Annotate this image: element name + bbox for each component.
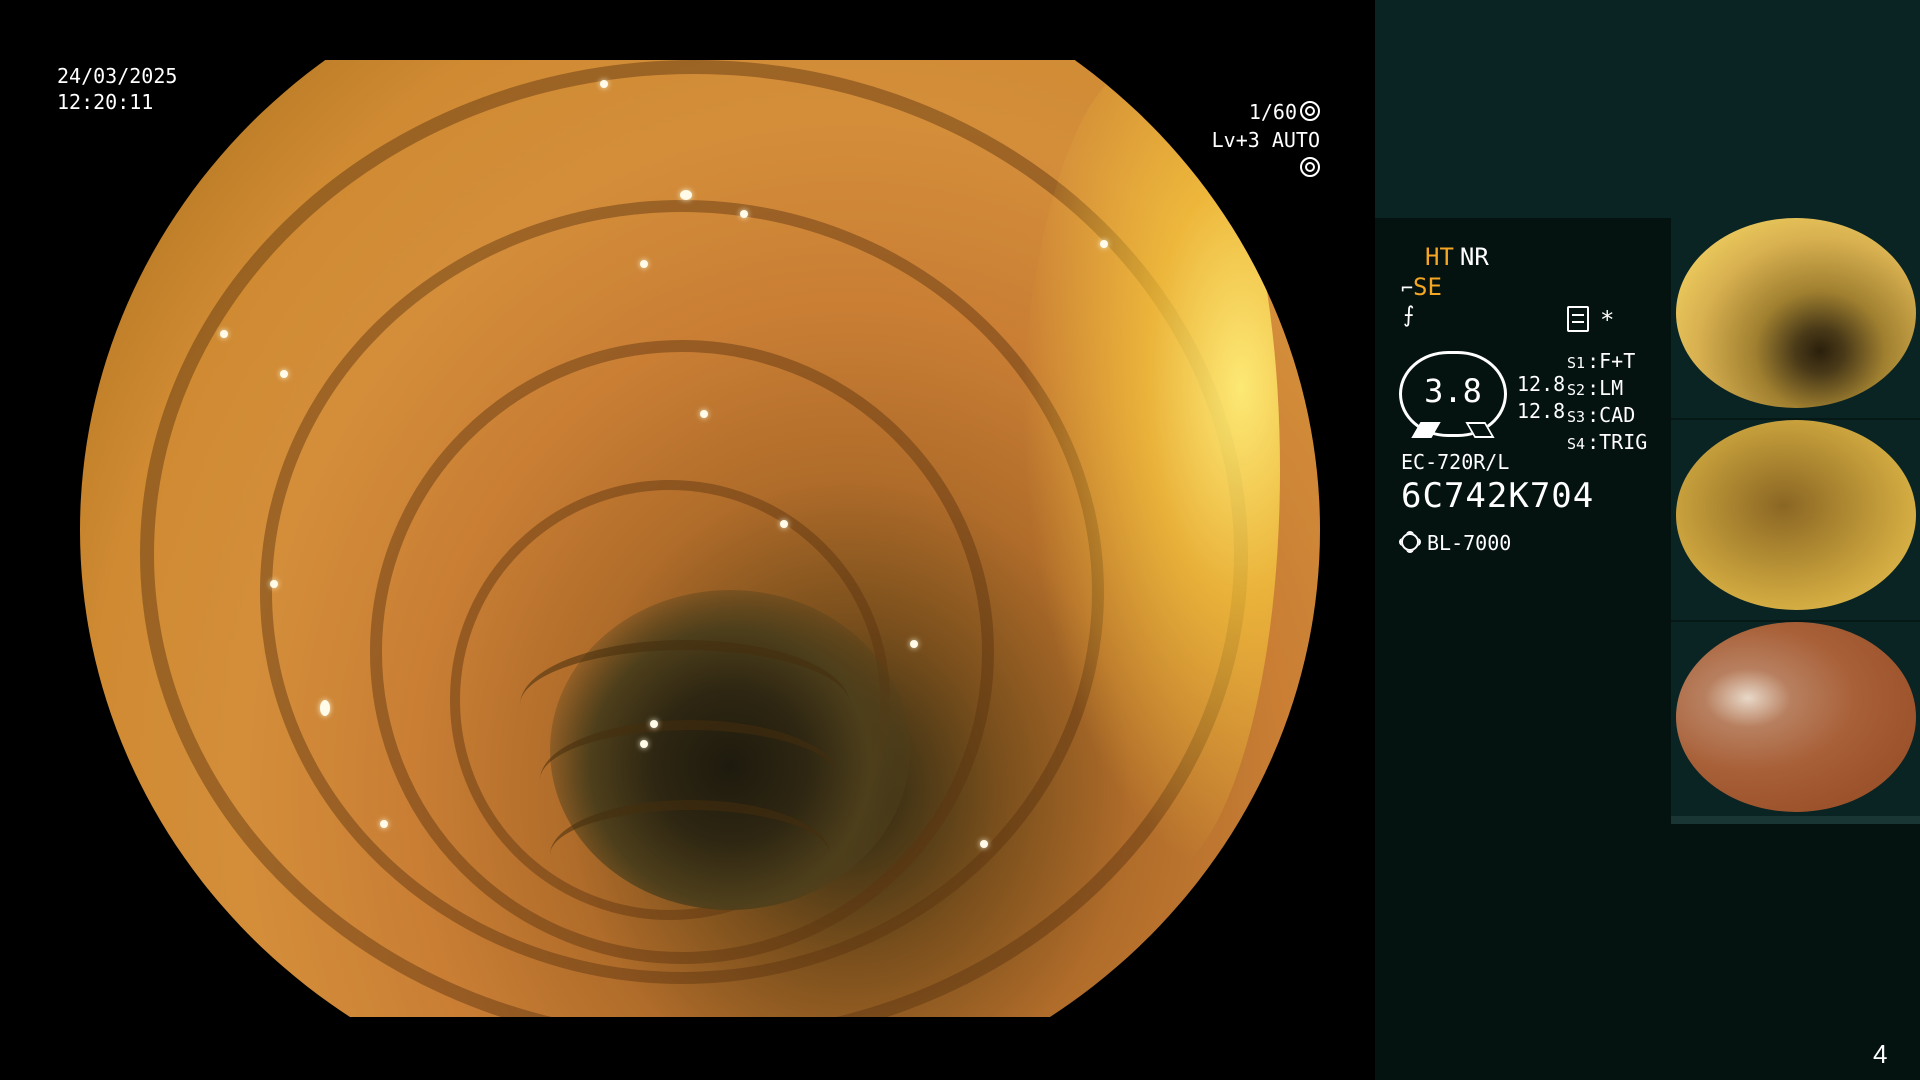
nr-label: NR [1459, 243, 1489, 271]
ht-label: HT [1425, 243, 1454, 271]
info-panel-header [1375, 0, 1920, 218]
scope-serial: 6C742K704 [1401, 476, 1595, 516]
value-1: 12.8 [1517, 372, 1566, 396]
star-indicator: * [1600, 306, 1615, 334]
exposure-level: Lv+3 AUTO [1211, 128, 1320, 152]
info-panel: HT NR ⌐SE ⨍ * 3.8 12.8 12.8 S1:F+T S2:LM … [1375, 0, 1920, 1080]
endoscopy-screen: 24/03/2025 12:20:11 1/60 Lv+3 AUTO HT NR … [0, 0, 1920, 1080]
date-readout: 24/03/2025 [57, 64, 178, 88]
exposure-readout: 1/60 Lv+3 AUTO [1190, 98, 1320, 182]
scope-switch-list: S1:F+T S2:LM S3:CAD S4:TRIG [1567, 349, 1647, 457]
switch-item: S4:TRIG [1567, 430, 1648, 454]
switch-item: S2:LM [1567, 376, 1624, 400]
clip-icon: ⨍ [1403, 303, 1415, 328]
se-line: ⌐SE [1401, 273, 1442, 301]
memory-card-icon [1567, 306, 1589, 332]
se-label: SE [1413, 273, 1442, 301]
thumbnail-2[interactable] [1671, 420, 1920, 622]
thumbnail-3[interactable] [1671, 622, 1920, 824]
auto-exposure-icon [1300, 157, 1320, 177]
main-endoscope-view: 24/03/2025 12:20:11 1/60 Lv+3 AUTO [0, 0, 1375, 1080]
light-source-label: BL-7000 [1427, 531, 1512, 555]
switch-item: S3:CAD [1567, 403, 1636, 427]
scope-icon: ⌐ [1401, 276, 1414, 300]
value-2: 12.8 [1517, 399, 1566, 423]
endoscope-image [80, 0, 1320, 1080]
aperture-icon [1300, 101, 1320, 121]
gauge-value: 3.8 [1424, 372, 1482, 410]
switch-item: S1:F+T [1567, 349, 1636, 373]
time-readout: 12:20:11 [57, 90, 154, 114]
shutter-speed: 1/60 [1248, 100, 1297, 124]
mode-line: HT NR [1425, 243, 1489, 271]
scope-model: EC-720R/L [1401, 450, 1510, 474]
sun-icon [1401, 533, 1419, 551]
page-number: 4 [1873, 1039, 1888, 1069]
light-source: BL-7000 [1401, 531, 1511, 555]
capture-thumbnails [1671, 218, 1920, 824]
magnification-gauge: 3.8 [1399, 351, 1507, 438]
thumbnail-1[interactable] [1671, 218, 1920, 420]
